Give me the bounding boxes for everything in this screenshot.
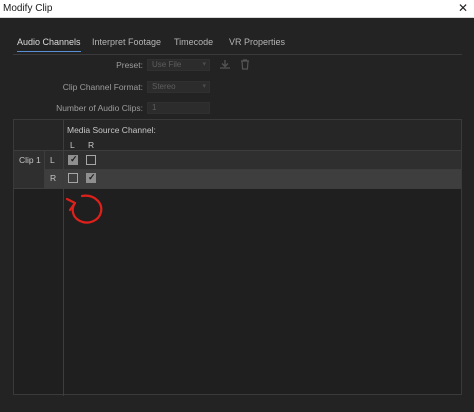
grid-divider [45, 169, 461, 170]
checkbox-r-to-r[interactable]: ✓ [86, 172, 96, 183]
column-header-l: L [70, 140, 75, 150]
channel-format-label: Clip Channel Format: [62, 82, 143, 92]
clip-label: Clip 1 [19, 155, 41, 165]
tab-timecode[interactable]: Timecode [174, 37, 213, 47]
preset-value: Use File [152, 60, 182, 69]
checkmark-icon: ✓ [88, 172, 96, 182]
chevron-down-icon: ▾ [202, 83, 206, 90]
grid-divider [63, 120, 64, 396]
tab-divider [13, 54, 462, 55]
grid-divider [14, 150, 461, 151]
row-channel-r: R [50, 173, 57, 183]
selected-row-highlight [45, 169, 461, 188]
tab-label: Audio Channels [17, 37, 81, 47]
channel-format-value: Stereo [152, 82, 176, 91]
active-tab-indicator [17, 51, 81, 52]
column-header-r: R [88, 140, 95, 150]
preset-dropdown[interactable]: Use File ▾ [147, 59, 210, 71]
chevron-down-icon: ▾ [202, 61, 206, 68]
checkbox-l-to-r[interactable] [86, 155, 96, 165]
num-clips-label: Number of Audio Clips: [56, 103, 143, 113]
checkmark-icon: ✓ [70, 154, 78, 164]
row-channel-l: L [50, 155, 55, 165]
window-title: Modify Clip [3, 3, 53, 14]
grid-divider [14, 188, 461, 189]
media-source-channel-header: Media Source Channel: [67, 125, 156, 135]
tab-vr-properties[interactable]: VR Properties [229, 37, 285, 47]
preset-label: Preset: [116, 60, 143, 70]
close-icon[interactable]: ✕ [458, 1, 468, 15]
num-clips-value: 1 [152, 103, 157, 112]
tab-interpret-footage[interactable]: Interpret Footage [92, 37, 161, 47]
num-clips-field[interactable]: 1 [147, 102, 210, 114]
channel-format-dropdown[interactable]: Stereo ▾ [147, 81, 210, 93]
checkbox-r-to-l[interactable] [68, 173, 78, 183]
red-annotation-arrow-icon [60, 190, 110, 232]
channel-grid: Media Source Channel: L R Clip 1 L R ✓ ✓ [13, 119, 462, 396]
tab-audio-channels[interactable]: Audio Channels [17, 37, 81, 52]
checkbox-l-to-l[interactable]: ✓ [68, 154, 78, 165]
title-bar: Modify Clip ✕ [0, 0, 474, 18]
trash-icon[interactable] [240, 59, 250, 73]
download-icon[interactable] [219, 59, 231, 73]
